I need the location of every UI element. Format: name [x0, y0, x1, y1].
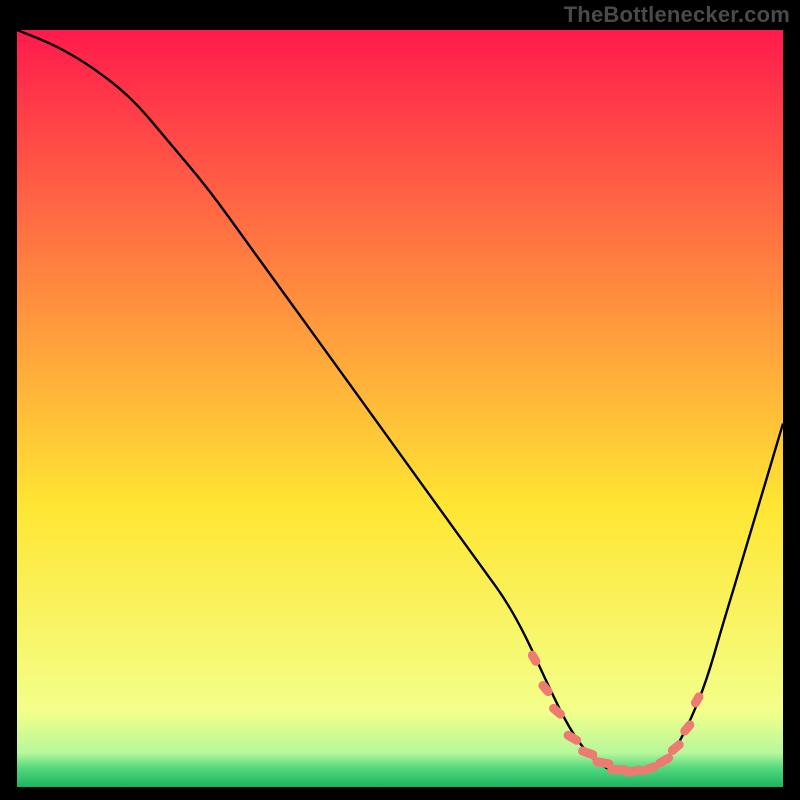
chart-frame: TheBottlenecker.com	[0, 0, 800, 800]
plot-area	[17, 30, 783, 787]
bottleneck-chart	[17, 30, 783, 787]
attribution-label: TheBottlenecker.com	[564, 2, 790, 28]
gradient-background	[17, 30, 783, 787]
